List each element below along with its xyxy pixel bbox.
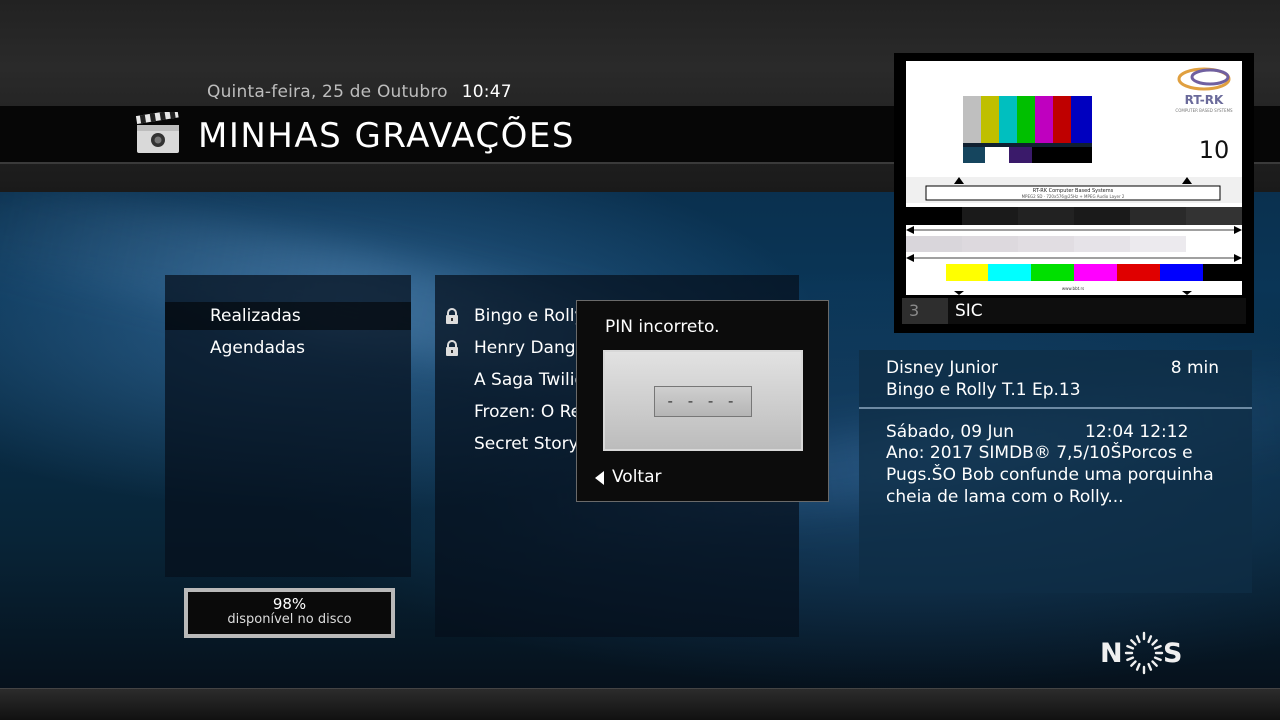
category-item-realizadas[interactable]: Realizadas [165, 302, 411, 330]
channel-name: SIC [955, 301, 983, 321]
info-date: Sábado, 09 Jun [886, 422, 1015, 442]
divider [859, 407, 1252, 409]
info-description: Ano: 2017 SIMDB® 7,5/10ŠPorcos e Pugs.ŠO… [886, 443, 1214, 507]
info-duration: 8 min [1170, 358, 1219, 378]
current-time: 10:47 [461, 82, 512, 102]
testcard-brand-sub: COMPUTER BASED SYSTEMS [1175, 108, 1233, 113]
footer-bar [0, 688, 1280, 720]
current-date: Quinta-feira, 25 de Outubro [207, 82, 448, 102]
info-title: Bingo e Rolly T.1 Ep.13 [886, 380, 1081, 400]
channel-number: 3 [902, 298, 948, 324]
nos-logo: N S [1100, 630, 1190, 676]
date-time: Quinta-feira, 25 de Outubro 10:47 [207, 82, 512, 102]
info-channel: Disney Junior [886, 358, 999, 378]
logo-letter-n: N [1100, 638, 1123, 669]
tv-preview: RT-RK COMPUTER BASED SYSTEMS 10 RT-RK Co… [894, 53, 1254, 333]
disk-percent: 98% [272, 595, 307, 613]
info-time: 12:04 12:12 [1085, 422, 1189, 442]
lock-icon [446, 340, 458, 356]
testcard-number: 10 [1199, 136, 1230, 164]
back-label: Voltar [612, 467, 662, 487]
arrow-left-icon [595, 471, 604, 485]
pin-entry-box: - - - - [603, 350, 803, 451]
recording-title: Bingo e Rolly [474, 306, 585, 326]
logo-sunburst-icon [1124, 631, 1164, 675]
back-button[interactable]: Voltar [595, 465, 662, 489]
program-info-panel: Disney Junior 8 min Bingo e Rolly T.1 Ep… [859, 350, 1252, 593]
page-title: MINHAS GRAVAÇÕES [198, 116, 575, 156]
test-card-image: RT-RK COMPUTER BASED SYSTEMS 10 RT-RK Co… [906, 61, 1242, 295]
testcard-url: www.bbt.rs [1062, 286, 1084, 291]
category-list: Realizadas Agendadas [165, 275, 411, 577]
lock-icon [446, 308, 458, 324]
recording-title: Secret Story [474, 434, 579, 454]
pin-error-message: PIN incorreto. [605, 317, 720, 337]
preview-channel-bar: 3 SIC [902, 298, 1246, 324]
pin-input[interactable]: - - - - [654, 386, 752, 417]
testcard-brand: RT-RK [1185, 93, 1224, 107]
disk-usage-inner: 98% disponível no disco [188, 592, 391, 634]
disk-usage-indicator: 98% disponível no disco [184, 588, 395, 638]
logo-letter-s: S [1163, 638, 1183, 669]
clapperboard-icon [135, 112, 179, 153]
pin-dialog: PIN incorreto. - - - - Voltar [576, 300, 829, 502]
category-item-agendadas[interactable]: Agendadas [165, 334, 411, 362]
disk-label: disponível no disco [227, 612, 352, 627]
testcard-line2: MPEG2 SD · 720x576@25Hz + MPEG Audio Lay… [1022, 194, 1125, 199]
